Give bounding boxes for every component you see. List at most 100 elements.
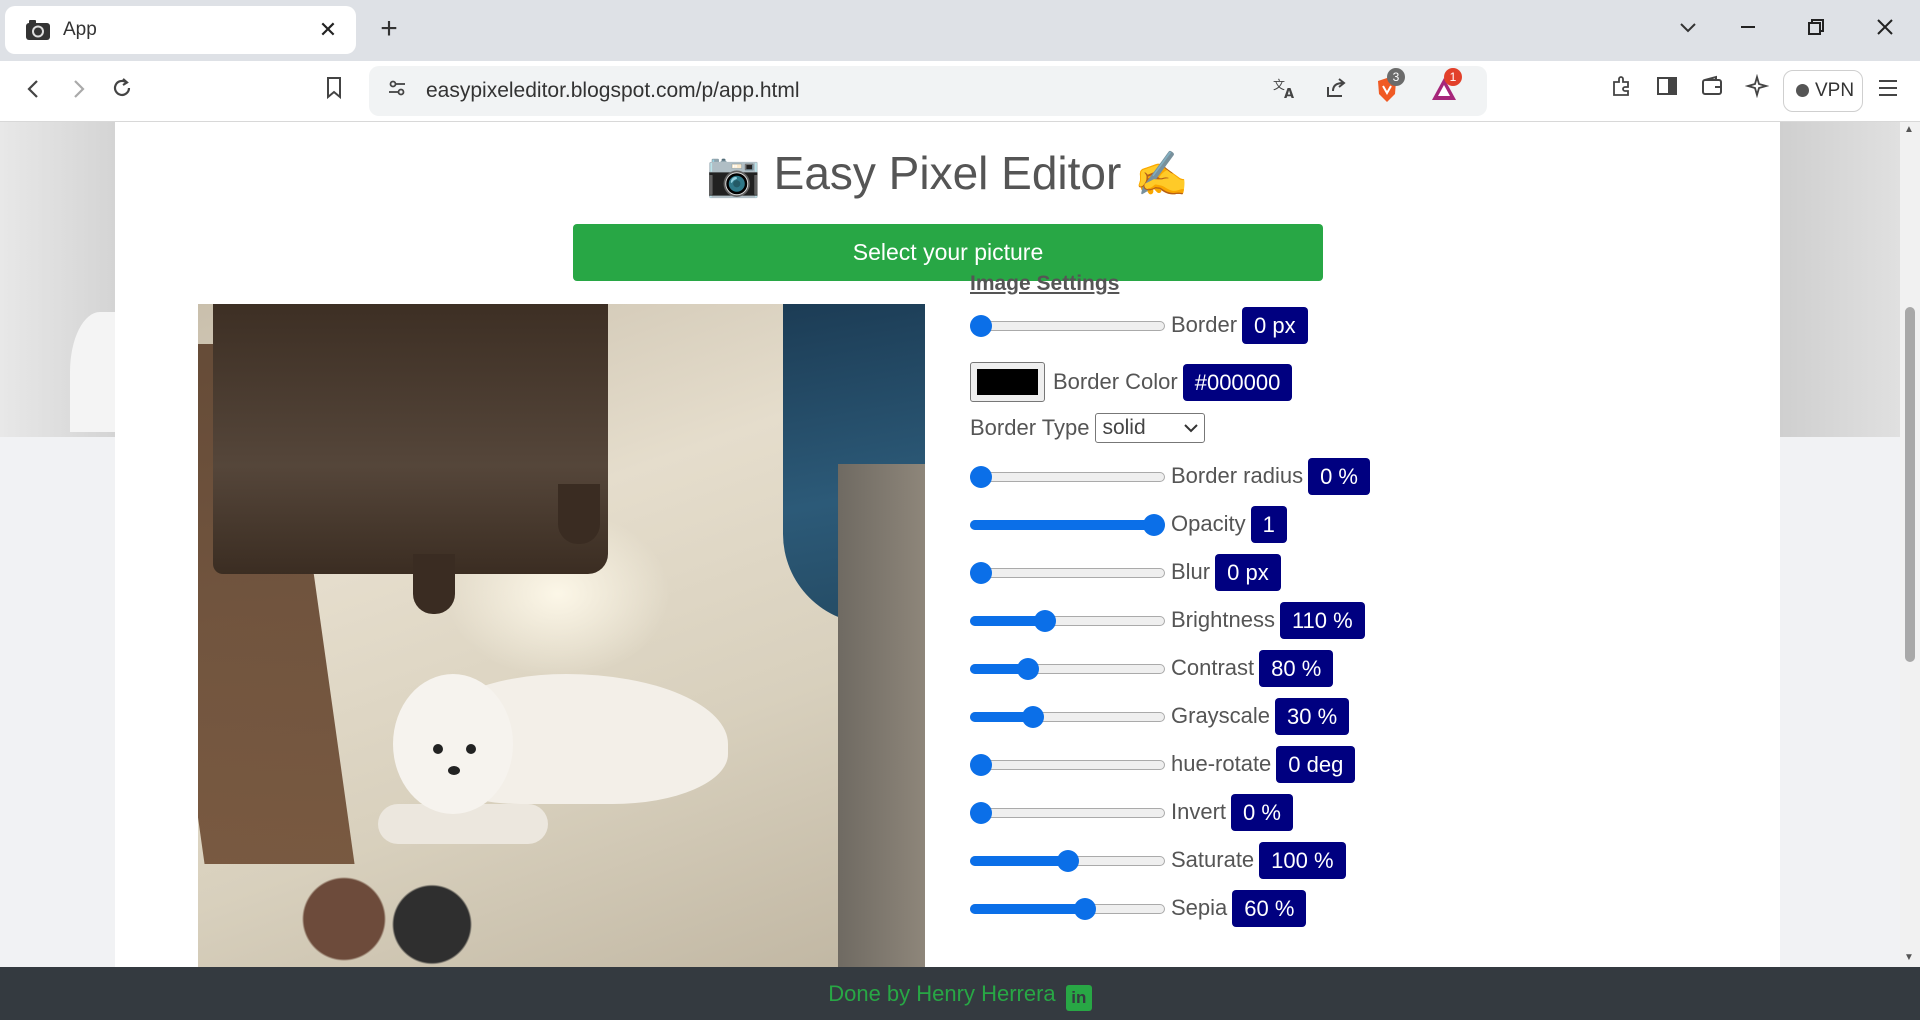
vpn-status-icon (1796, 84, 1809, 97)
forward-icon[interactable] (60, 73, 96, 109)
border-setting: Border 0 px (970, 306, 1308, 344)
border-color-picker[interactable] (970, 362, 1045, 402)
linkedin-icon[interactable]: in (1065, 985, 1092, 1011)
border-type-selected: solid (1102, 416, 1146, 439)
svg-text:A: A (1284, 87, 1294, 100)
hue-rotate-value: 0 deg (1276, 745, 1356, 783)
image-preview (198, 304, 925, 967)
wallet-icon[interactable] (1694, 73, 1730, 109)
vpn-label: VPN (1815, 80, 1855, 101)
sidebar-icon[interactable] (1649, 73, 1685, 109)
background-image-left (0, 122, 130, 437)
border-color-label: Border Color (1053, 369, 1178, 394)
page-scrollbar[interactable]: ▲ ▼ (1900, 122, 1920, 967)
shields-count-badge: 3 (1387, 68, 1405, 86)
sepia-slider[interactable] (970, 898, 1165, 920)
border-slider[interactable] (970, 315, 1165, 337)
brightness-setting: Brightness 110 % (970, 601, 1365, 639)
border-radius-slider[interactable] (970, 466, 1165, 488)
close-tab-icon[interactable]: ✕ (314, 17, 342, 43)
border-color-value: #000000 (1182, 363, 1293, 401)
url-text[interactable]: easypixeleditor.blogspot.com/p/app.html (426, 79, 800, 103)
browser-tab[interactable]: App ✕ (5, 6, 356, 54)
opacity-setting: Opacity 1 (970, 505, 1287, 543)
grayscale-label: Grayscale (1171, 703, 1271, 728)
reload-icon[interactable] (104, 73, 140, 109)
brightness-slider[interactable] (970, 610, 1165, 632)
hue-rotate-setting: hue-rotate 0 deg (970, 745, 1356, 783)
writing-hand-emoji-icon: ✍️ (1134, 150, 1189, 199)
browser-toolbar: easypixeleditor.blogspot.com/p/app.html … (0, 61, 1920, 122)
background-image-right (1780, 122, 1900, 437)
page-title: 📷 Easy Pixel Editor ✍️ (115, 146, 1780, 200)
new-tab-button[interactable]: + (374, 14, 404, 44)
tab-title: App (63, 19, 97, 40)
minimize-icon[interactable] (1728, 12, 1768, 48)
photo-dog-eye (433, 744, 443, 754)
saturate-value: 100 % (1259, 841, 1346, 879)
leo-ai-icon[interactable] (1739, 73, 1775, 109)
scroll-up-icon[interactable]: ▲ (1904, 124, 1914, 135)
tab-list-chevron-icon[interactable] (1668, 12, 1708, 48)
restore-icon[interactable] (1796, 12, 1836, 48)
border-type-label: Border Type (970, 415, 1090, 440)
saturate-setting: Saturate 100 % (970, 841, 1346, 879)
opacity-slider[interactable] (970, 514, 1165, 536)
scroll-down-icon[interactable]: ▼ (1904, 952, 1914, 963)
back-icon[interactable] (16, 73, 52, 109)
camera-emoji-icon: 📷 (706, 150, 761, 199)
select-picture-button[interactable]: Select your picture (573, 224, 1323, 281)
photo-dog-nose (448, 766, 460, 775)
vpn-button[interactable]: VPN (1783, 70, 1863, 112)
photo-dog-head (393, 674, 513, 814)
border-label: Border (1171, 312, 1238, 337)
rewards-count-badge: 1 (1444, 68, 1462, 86)
border-type-setting: Border Type solid (970, 409, 1206, 447)
blur-value: 0 px (1215, 553, 1281, 591)
photo-table (213, 304, 608, 574)
bookmark-icon[interactable] (316, 73, 352, 109)
address-bar[interactable]: easypixeleditor.blogspot.com/p/app.html … (369, 66, 1487, 116)
translate-icon[interactable]: 文A (1270, 76, 1300, 106)
share-icon[interactable] (1321, 76, 1351, 106)
invert-value: 0 % (1231, 793, 1293, 831)
contrast-slider[interactable] (970, 658, 1165, 680)
image-settings-heading: Image Settings (970, 272, 1120, 295)
border-radius-value: 0 % (1308, 457, 1370, 495)
opacity-value: 1 (1250, 505, 1287, 543)
hue-rotate-label: hue-rotate (1171, 751, 1272, 776)
blur-setting: Blur 0 px (970, 553, 1281, 591)
extensions-icon[interactable] (1604, 73, 1640, 109)
border-type-select[interactable]: solid (1095, 413, 1206, 443)
tab-bar: App ✕ + (0, 0, 1920, 61)
border-radius-label: Border radius (1171, 463, 1304, 488)
border-value: 0 px (1242, 306, 1308, 344)
hue-rotate-slider[interactable] (970, 754, 1165, 776)
photo-table-leg (558, 484, 600, 544)
page-title-text: Easy Pixel Editor (773, 147, 1122, 199)
blur-slider[interactable] (970, 562, 1165, 584)
photo-table-leg (413, 554, 455, 614)
invert-setting: Invert 0 % (970, 793, 1293, 831)
page-footer: Done by Henry Herrera in (0, 967, 1920, 1020)
border-radius-setting: Border radius 0 % (970, 457, 1370, 495)
contrast-setting: Contrast 80 % (970, 649, 1334, 687)
saturate-label: Saturate (1171, 847, 1255, 872)
invert-label: Invert (1171, 799, 1227, 824)
grayscale-slider[interactable] (970, 706, 1165, 728)
scrollbar-thumb[interactable] (1905, 307, 1915, 662)
grayscale-value: 30 % (1275, 697, 1350, 735)
close-window-icon[interactable] (1865, 12, 1905, 48)
invert-slider[interactable] (970, 802, 1165, 824)
border-color-setting: Border Color #000000 (970, 361, 1293, 403)
site-settings-icon[interactable] (382, 76, 412, 106)
photo-appliance (838, 464, 925, 967)
brightness-value: 110 % (1279, 601, 1365, 639)
grayscale-setting: Grayscale 30 % (970, 697, 1350, 735)
contrast-label: Contrast (1171, 655, 1255, 680)
brightness-label: Brightness (1171, 607, 1275, 632)
opacity-label: Opacity (1171, 511, 1246, 536)
sepia-label: Sepia (1171, 895, 1228, 920)
saturate-slider[interactable] (970, 850, 1165, 872)
menu-icon[interactable] (1870, 73, 1906, 109)
